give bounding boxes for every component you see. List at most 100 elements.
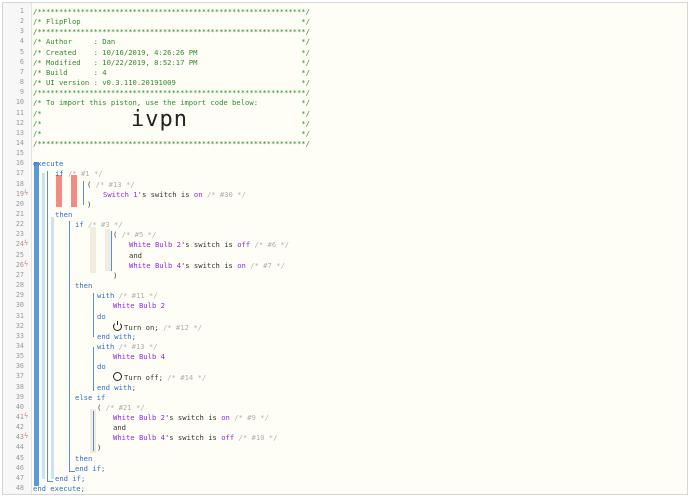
code-line[interactable]: if /* #3 */ <box>75 220 123 230</box>
line-number: 11 <box>15 108 24 117</box>
piston-editor[interactable]: 1 2 3 4 5 6 7 8 9 10 11 12 13 14 15 16 17 18 19 20 21 22 23 24 2… <box>2 2 688 495</box>
if3-block-bar <box>51 217 54 479</box>
code-line[interactable]: else if <box>75 393 105 403</box>
line-number: 31 <box>15 311 24 320</box>
code-token[interactable]: execute <box>33 159 63 168</box>
line-number: 28 <box>15 281 24 290</box>
code-token: /* #1 */ <box>67 169 103 179</box>
code-token: /* #3 */ <box>87 220 123 230</box>
code-token[interactable]: White Bulb 4 <box>113 352 165 361</box>
line-number: 39 <box>15 392 24 401</box>
code-line[interactable]: White Bulb 4 <box>113 352 165 362</box>
line-number: 38 <box>15 382 24 391</box>
code-token[interactable]: with <box>97 342 114 351</box>
code-line[interactable]: end if; <box>55 474 85 484</box>
code-line[interactable]: ) <box>113 271 117 281</box>
code-token[interactable]: then <box>55 210 72 219</box>
code-token[interactable]: with <box>97 291 114 300</box>
trigger-bar-2 <box>71 175 77 207</box>
code-line[interactable]: ) <box>87 200 91 210</box>
code-line[interactable]: if /* #1 */ <box>55 169 103 179</box>
code-token[interactable]: if <box>55 169 64 178</box>
code-line[interactable]: end with; <box>97 332 136 342</box>
code-token: ) <box>87 199 92 209</box>
code-token: on <box>221 413 230 422</box>
code-line[interactable]: do <box>97 312 106 322</box>
code-token[interactable]: do <box>97 312 106 321</box>
code-token: ( <box>113 230 118 240</box>
line-number: 24 <box>15 240 24 249</box>
code-line[interactable]: White Bulb 2 <box>113 301 165 311</box>
code-token: Turn off; <box>124 373 163 383</box>
code-token[interactable]: White Bulb 2 <box>129 240 181 249</box>
code-line[interactable]: Turn off; /* #14 */ <box>113 372 206 382</box>
code-token[interactable]: White Bulb 2 <box>113 301 165 310</box>
code-token[interactable]: do <box>97 362 106 371</box>
line-number-gutter: 1 2 3 4 5 6 7 8 9 10 11 12 13 14 15 16 17 18 19 20 21 22 23 24 2… <box>3 3 32 494</box>
code-line[interactable]: Switch 1's switch is on /* #30 */ <box>103 190 246 200</box>
code-line[interactable]: White Bulb 4's switch is on /* #7 */ <box>129 261 285 271</box>
code-token[interactable]: end if; <box>75 464 105 473</box>
execute-block-bar <box>34 162 39 486</box>
line-number: 35 <box>15 352 24 361</box>
code-line[interactable]: then <box>75 454 92 464</box>
code-line[interactable]: White Bulb 2's switch is off /* #6 */ <box>129 240 289 250</box>
code-token[interactable]: end if; <box>55 474 85 483</box>
code-token[interactable]: Switch 1 <box>103 190 138 199</box>
code-line[interactable]: end with; <box>97 383 136 393</box>
if1-bracket-end <box>47 481 53 482</box>
code-token: ) <box>113 270 118 280</box>
code-line[interactable]: end if; <box>75 464 105 474</box>
code-token[interactable]: else if <box>75 393 105 402</box>
code-line[interactable]: then <box>75 281 92 291</box>
code-line[interactable]: then <box>55 210 72 220</box>
code-line[interactable]: with /* #13 */ <box>97 342 158 352</box>
code-line[interactable]: do <box>97 362 106 372</box>
code-token[interactable]: if <box>75 220 84 229</box>
line-number: 14 <box>15 138 24 147</box>
code-line[interactable]: execute <box>33 159 63 169</box>
code-line[interactable]: ) <box>97 443 101 453</box>
code-line[interactable]: end execute; <box>33 484 85 494</box>
code-token: /* #30 */ <box>206 189 246 199</box>
power-on-icon <box>113 320 122 331</box>
code-token: /* #13 */ <box>118 341 158 351</box>
code-token[interactable]: White Bulb 4 <box>129 261 181 270</box>
line-number: 30 <box>15 301 24 310</box>
code-line[interactable]: and <box>113 423 126 433</box>
code-line[interactable]: White Bulb 4's switch is off /* #10 */ <box>113 433 277 443</box>
line-number: 10 <box>15 98 24 107</box>
code-token[interactable]: then <box>75 454 92 463</box>
code-token[interactable]: end with; <box>97 332 136 341</box>
paren21-bracket <box>93 411 94 451</box>
code-line[interactable]: ( /* #13 */ <box>87 180 135 190</box>
code-line[interactable]: Turn on; /* #12 */ <box>113 320 202 332</box>
code-token: off <box>221 433 235 443</box>
code-token[interactable]: White Bulb 4 <box>113 433 165 442</box>
line-number: 12 <box>15 118 24 127</box>
line-number: 2 <box>19 17 24 26</box>
code-token[interactable]: then <box>75 281 92 290</box>
code-token: 's switch is <box>180 260 233 270</box>
line-number: 26 <box>15 260 24 269</box>
line-number: 47 <box>15 473 24 482</box>
line-number: 33 <box>15 331 24 340</box>
code-line[interactable]: ( /* #21 */ <box>97 403 145 413</box>
code-line[interactable]: and <box>129 251 142 261</box>
code-line[interactable]: White Bulb 2's switch is on /* #9 */ <box>113 413 269 423</box>
code-token[interactable]: end with; <box>97 383 136 392</box>
code-line[interactable]: with /* #11 */ <box>97 291 158 301</box>
code-token[interactable]: White Bulb 2 <box>113 413 165 422</box>
code-token[interactable]: end execute; <box>33 484 85 493</box>
code-line[interactable]: ( /* #5 */ <box>113 230 156 240</box>
line-number: 41 <box>15 413 24 421</box>
power-off-icon <box>113 372 122 382</box>
line-number: 40 <box>15 402 24 411</box>
line-number: 13 <box>15 128 24 137</box>
code-token: and <box>129 250 142 260</box>
with13-bracket <box>93 347 94 391</box>
line-number: 23 <box>15 230 24 239</box>
code-token: 's switch is <box>180 240 233 250</box>
lightning-icon: ϟ <box>24 239 29 248</box>
import-code: ivpn <box>131 107 188 132</box>
